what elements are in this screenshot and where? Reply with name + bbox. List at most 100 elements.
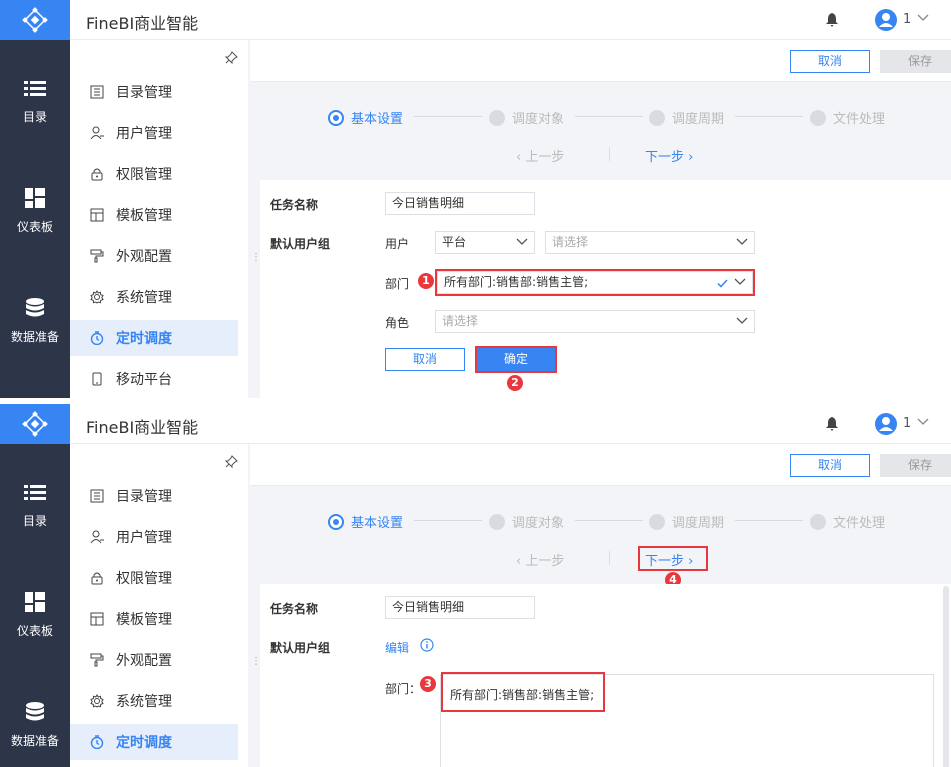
user-select-placeholder: 请选择 [552, 235, 589, 249]
highlight-box [638, 546, 708, 571]
step-file-processing[interactable]: 文件处理 [810, 108, 885, 127]
step-dot-icon [649, 513, 665, 530]
chevron-down-icon[interactable] [917, 418, 929, 426]
cancel-button[interactable]: 取消 [790, 50, 870, 73]
step-dot-icon [810, 109, 826, 126]
basic-settings-form: 任务名称 今日销售明细 默认用户组 编辑 部门： 3 所有部门:销售部:销售主管… [260, 584, 951, 767]
admin-sidebar: 目录管理 用户管理 权限管理 模板管理 外观配置 系统管理 定时调度 [70, 444, 248, 767]
rail-item-data-prep[interactable]: 数据准备 [0, 702, 70, 749]
user-name[interactable]: 1 [903, 416, 911, 431]
sidebar-item-appearance[interactable]: 外观配置 [70, 642, 238, 678]
sidebar-item-templates[interactable]: 模板管理 [70, 601, 238, 637]
highlight-box [475, 346, 557, 373]
bell-icon[interactable] [826, 417, 838, 431]
sidebar-item-catalog[interactable]: 目录管理 [70, 74, 238, 110]
task-name-input[interactable]: 今日销售明细 [385, 596, 535, 619]
sidebar-item-users[interactable]: 用户管理 [70, 519, 238, 555]
step-label: 调度周期 [672, 516, 725, 531]
sidebar-item-templates[interactable]: 模板管理 [70, 197, 238, 233]
sidebar-item-label: 用户管理 [116, 126, 172, 142]
rail-item-label: 仪表板 [16, 624, 53, 638]
chevron-down-icon[interactable] [917, 14, 929, 22]
sidebar-item-scheduling[interactable]: 定时调度 [70, 724, 238, 760]
next-step-button[interactable]: 下一步 › [645, 146, 693, 165]
rail-item-dashboard[interactable]: 仪表板 [0, 592, 70, 639]
save-button[interactable]: 保存 [880, 454, 951, 477]
step-label: 调度对象 [512, 516, 565, 531]
sidebar-item-label: 外观配置 [116, 249, 172, 265]
group-cancel-button[interactable]: 取消 [385, 348, 465, 371]
avatar-icon [879, 417, 893, 431]
screenshot-panel-1: 目录 仪表板 数据准备 FineBI商业智能 1 目录管理 用户管理 权限管理 … [0, 0, 951, 398]
app-title: FineBI商业智能 [86, 418, 199, 437]
sidebar-item-mobile[interactable]: 移动平台 [70, 361, 238, 397]
user-name[interactable]: 1 [903, 12, 911, 27]
paint-roller-icon [90, 653, 104, 667]
edit-link[interactable]: 编辑 [385, 639, 409, 656]
step-dot-icon [489, 109, 505, 126]
sidebar-item-catalog[interactable]: 目录管理 [70, 478, 238, 514]
sidebar-item-appearance[interactable]: 外观配置 [70, 238, 238, 274]
step-file-processing[interactable]: 文件处理 [810, 512, 885, 531]
template-icon [90, 612, 104, 626]
finebi-logo-icon [22, 411, 48, 437]
form-scrollbar[interactable] [943, 586, 949, 767]
info-icon[interactable] [420, 638, 434, 652]
rail-item-catalog[interactable]: 目录 [0, 484, 70, 529]
prev-step-button[interactable]: ‹ 上一步 [516, 146, 564, 165]
app-logo[interactable] [0, 404, 70, 444]
rail-item-label: 数据准备 [10, 330, 59, 344]
step-connector [575, 520, 643, 521]
sidebar-item-label: 定时调度 [116, 331, 172, 347]
step-schedule-object[interactable]: 调度对象 [489, 108, 564, 127]
step-connector [414, 116, 482, 117]
sidebar-item-system[interactable]: 系统管理 [70, 683, 238, 719]
sidebar-item-permissions[interactable]: 权限管理 [70, 560, 238, 596]
screenshot-panel-2: 目录 仪表板 数据准备 FineBI商业智能 1 目录管理 用户管理 权限管理 … [0, 404, 951, 767]
annotation-badge-3: 3 [420, 676, 436, 692]
step-basic-settings[interactable]: 基本设置 [328, 108, 403, 127]
pin-icon[interactable] [224, 455, 238, 469]
top-bar: FineBI商业智能 1 [70, 404, 951, 444]
step-label: 调度周期 [672, 112, 725, 127]
save-button[interactable]: 保存 [880, 50, 951, 73]
sidebar-item-system[interactable]: 系统管理 [70, 279, 238, 315]
rail-item-dashboard[interactable]: 仪表板 [0, 188, 70, 235]
sidebar-item-users[interactable]: 用户管理 [70, 115, 238, 151]
app-logo[interactable] [0, 0, 70, 40]
step-basic-settings[interactable]: 基本设置 [328, 512, 403, 531]
rail-item-catalog[interactable]: 目录 [0, 80, 70, 125]
user-icon [90, 126, 104, 140]
user-avatar[interactable] [875, 413, 897, 435]
next-step-label: 下一步 [645, 150, 685, 165]
task-name-label: 任务名称 [270, 198, 319, 212]
rail-item-data-prep[interactable]: 数据准备 [0, 298, 70, 345]
timer-icon [90, 331, 104, 345]
nav-divider [609, 147, 610, 161]
sidebar-item-scheduling[interactable]: 定时调度 [70, 320, 238, 356]
task-name-input[interactable]: 今日销售明细 [385, 192, 535, 215]
rail-item-label: 目录 [22, 110, 47, 124]
left-rail: 目录 仪表板 数据准备 [0, 404, 70, 767]
user-avatar[interactable] [875, 9, 897, 31]
role-select[interactable]: 请选择 [435, 310, 755, 333]
prev-step-label: 上一步 [525, 554, 565, 569]
department-label: 部门 [385, 277, 410, 291]
user-type-select[interactable]: 平台 [435, 231, 535, 254]
action-bar: 取消 保存 [250, 40, 951, 82]
finebi-logo-icon [22, 7, 48, 33]
pin-icon[interactable] [224, 51, 238, 65]
cancel-button[interactable]: 取消 [790, 454, 870, 477]
admin-sidebar: 目录管理 用户管理 权限管理 模板管理 外观配置 系统管理 定时调度 移动平台 [70, 40, 248, 398]
user-select[interactable]: 请选择 [545, 231, 755, 254]
prev-step-button[interactable]: ‹ 上一步 [516, 550, 564, 569]
step-dot-icon [649, 109, 665, 126]
bell-icon[interactable] [826, 13, 838, 27]
step-schedule-object[interactable]: 调度对象 [489, 512, 564, 531]
annotation-badge-2: 2 [507, 375, 523, 391]
step-schedule-cycle[interactable]: 调度周期 [649, 512, 724, 531]
sidebar-item-label: 权限管理 [116, 167, 172, 183]
sidebar-item-permissions[interactable]: 权限管理 [70, 156, 238, 192]
step-schedule-cycle[interactable]: 调度周期 [649, 108, 724, 127]
task-name-label: 任务名称 [270, 602, 319, 616]
